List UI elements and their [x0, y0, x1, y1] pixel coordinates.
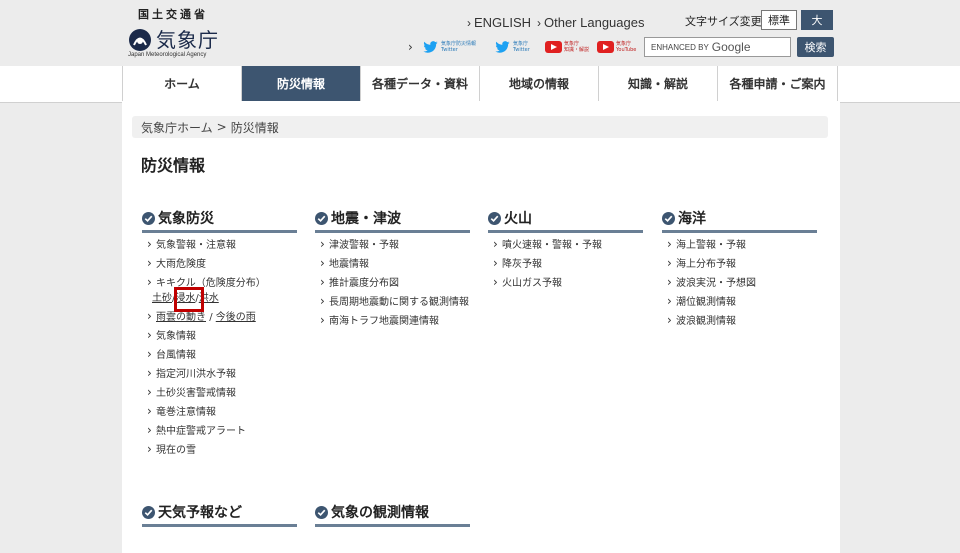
youtube-icon: [545, 41, 562, 53]
nav-disaster-info[interactable]: 防災情報: [241, 66, 360, 101]
jma-logo[interactable]: 国土交通省 気象庁 Japan Meteorological Agency: [128, 6, 228, 62]
other-languages-link[interactable]: › Other Languages: [537, 15, 644, 30]
section-heading: 火山: [488, 206, 643, 233]
link-typhoon-info[interactable]: 台風情報: [142, 348, 297, 362]
link-ashfall-forecast[interactable]: 降灰予報: [488, 257, 643, 271]
social-link-youtube-knowledge[interactable]: 気象庁 知識・解説: [545, 38, 589, 56]
section-heading: 気象の観測情報: [315, 500, 470, 527]
link-wave-analysis[interactable]: 波浪実況・予想図: [662, 276, 817, 290]
section-ocean: 海洋 海上警報・予報 海上分布予報 波浪実況・予想図 潮位観測情報 波浪観測情報: [662, 206, 817, 328]
link-earthquake-info[interactable]: 地震情報: [315, 257, 470, 271]
chevron-right-icon: ›: [467, 16, 471, 30]
link-weather-warnings[interactable]: 気象警報・注意報: [142, 238, 297, 252]
check-circle-icon: [142, 211, 155, 225]
kikikuru-sublinks: 土砂/浸水/洪水: [152, 293, 219, 304]
breadcrumb-current: 防災情報: [230, 120, 279, 135]
link-marine-warnings[interactable]: 海上警報・予報: [662, 238, 817, 252]
link-nankai-trough[interactable]: 南海トラフ地震関連情報: [315, 314, 470, 328]
section-heading: 天気予報など: [142, 500, 297, 527]
search-input[interactable]: ENHANCED BY Google: [644, 37, 791, 57]
link-wave-observation[interactable]: 波浪観測情報: [662, 314, 817, 328]
link-current-snow[interactable]: 現在の雪: [142, 443, 297, 457]
font-size-label: 文字サイズ変更: [685, 15, 762, 28]
link-heatstroke-alert[interactable]: 熱中症警戒アラート: [142, 424, 297, 438]
ministry-name: 国土交通省: [138, 8, 208, 21]
twitter-bird-icon: [423, 40, 438, 53]
link-landslide-alert[interactable]: 土砂災害警戒情報: [142, 386, 297, 400]
nav-applications[interactable]: 各種申請・ご案内: [717, 66, 838, 101]
agency-name: 気象庁: [156, 28, 219, 52]
jma-emblem-icon: [129, 29, 151, 51]
section-observation: 気象の観測情報: [315, 500, 470, 527]
breadcrumb-separator: >: [216, 120, 227, 134]
font-size-standard-button[interactable]: 標準: [761, 10, 797, 30]
main-content: 気象庁ホーム > 防災情報 防災情報 気象防災 気象警報・注意報 大雨危険度 キ…: [122, 102, 840, 553]
search-button[interactable]: 検索: [797, 37, 834, 57]
link-long-period-motion[interactable]: 長周期地震動に関する観測情報: [315, 295, 470, 309]
rain-links: 雨雲の動き / 今後の雨: [142, 310, 297, 324]
agency-english-name: Japan Meteorological Agency: [128, 52, 207, 58]
social-link-jma-bosai-twitter[interactable]: 気象庁防災情報 Twitter: [422, 38, 476, 56]
link-estimated-intensity[interactable]: 推計震度分布図: [315, 276, 470, 290]
link-tsunami-warnings[interactable]: 津波警報・予報: [315, 238, 470, 252]
site-header: 国土交通省 気象庁 Japan Meteorological Agency › E…: [0, 0, 960, 66]
link-weather-info[interactable]: 気象情報: [142, 329, 297, 343]
font-size-large-button[interactable]: 大: [801, 10, 833, 30]
link-kikikuru[interactable]: キキクル（危険度分布）: [142, 276, 297, 290]
english-link[interactable]: › ENGLISH: [467, 15, 531, 30]
nav-data-materials[interactable]: 各種データ・資料: [360, 66, 479, 101]
check-circle-icon: [142, 505, 155, 519]
nav-regional-info[interactable]: 地域の情報: [479, 66, 598, 101]
section-weather-disaster: 気象防災 気象警報・注意報 大雨危険度 キキクル（危険度分布） 土砂/浸水/洪水…: [142, 206, 297, 457]
link-kikikuru-landslide[interactable]: 土砂: [152, 293, 172, 304]
section-heading: 気象防災: [142, 206, 297, 233]
link-tide-observation[interactable]: 潮位観測情報: [662, 295, 817, 309]
global-nav: ホーム 防災情報 各種データ・資料 地域の情報 知識・解説 各種申請・ご案内: [0, 66, 960, 103]
link-eruption-warnings[interactable]: 噴火速報・警報・予報: [488, 238, 643, 252]
link-river-flood-forecast[interactable]: 指定河川洪水予報: [142, 367, 297, 381]
section-heading: 海洋: [662, 206, 817, 233]
chevron-right-icon: ›: [408, 40, 413, 54]
youtube-icon: [597, 41, 614, 53]
link-rain-cloud-movement[interactable]: 雨雲の動き: [156, 312, 206, 323]
social-link-jma-twitter[interactable]: 気象庁 Twitter: [494, 38, 530, 56]
section-volcano: 火山 噴火速報・警報・予報 降灰予報 火山ガス予報: [488, 206, 643, 290]
nav-knowledge[interactable]: 知識・解説: [598, 66, 717, 101]
link-tornado-info[interactable]: 竜巻注意情報: [142, 405, 297, 419]
link-marine-distribution[interactable]: 海上分布予報: [662, 257, 817, 271]
section-forecast: 天気予報など: [142, 500, 297, 527]
chevron-right-icon: ›: [537, 16, 541, 30]
section-heading: 地震・津波: [315, 206, 470, 233]
highlight-box-inundation: [174, 287, 204, 312]
check-circle-icon: [662, 211, 675, 225]
check-circle-icon: [488, 211, 501, 225]
page-title: 防災情報: [141, 156, 206, 175]
breadcrumb-home-link[interactable]: 気象庁ホーム: [141, 119, 213, 136]
section-earthquake-tsunami: 地震・津波 津波警報・予報 地震情報 推計震度分布図 長周期地震動に関する観測情…: [315, 206, 470, 328]
link-heavy-rain-risk[interactable]: 大雨危険度: [142, 257, 297, 271]
breadcrumb: 気象庁ホーム > 防災情報: [132, 116, 828, 138]
nav-home[interactable]: ホーム: [122, 66, 241, 101]
twitter-bird-icon: [495, 40, 510, 53]
check-circle-icon: [315, 211, 328, 225]
link-future-rain[interactable]: 今後の雨: [216, 312, 256, 323]
check-circle-icon: [315, 505, 328, 519]
link-volcanic-gas[interactable]: 火山ガス予報: [488, 276, 643, 290]
social-link-youtube[interactable]: 気象庁 YouTube: [597, 38, 636, 56]
